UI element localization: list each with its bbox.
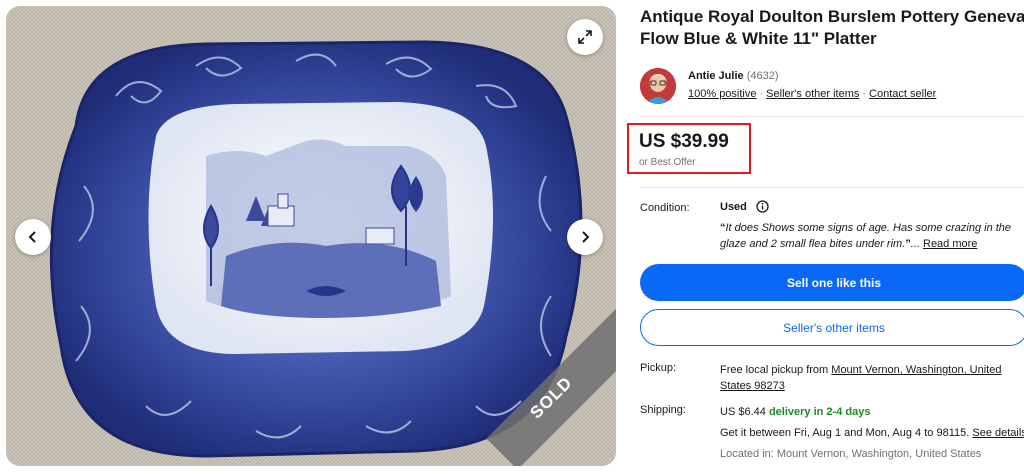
- avatar-image: [640, 68, 676, 104]
- condition-value: Used: [720, 201, 747, 213]
- pickup-label: Pickup:: [640, 362, 677, 374]
- divider: [640, 116, 1024, 117]
- condition-info: Used “It does Shows some signs of age. H…: [720, 200, 1020, 250]
- shipping-cost-line: US $6.44 delivery in 2-4 days: [720, 404, 1020, 420]
- best-offer-text: or Best Offer: [639, 157, 696, 168]
- seller-avatar[interactable]: [640, 68, 676, 104]
- item-location: Located in: Mount Vernon, Washington, Un…: [720, 448, 982, 460]
- positive-feedback-link[interactable]: 100% positive: [688, 88, 757, 100]
- read-more-link[interactable]: Read more: [923, 238, 977, 250]
- previous-image-button[interactable]: [15, 219, 51, 255]
- listing-title: Antique Royal Doulton Burslem Pottery Ge…: [640, 7, 1024, 48]
- delivery-estimate-line: Get it between Fri, Aug 1 and Mon, Aug 4…: [720, 425, 1024, 441]
- sell-one-like-this-button[interactable]: Sell one like this: [640, 264, 1024, 301]
- separator: ·: [862, 88, 867, 100]
- listing-details-panel: Antique Royal Doulton Burslem Pottery Ge…: [627, 0, 1024, 474]
- divider: [640, 187, 1024, 188]
- platter-image: [6, 6, 616, 466]
- see-details-link[interactable]: See details: [972, 427, 1024, 439]
- pickup-info: Free local pickup from Mount Vernon, Was…: [720, 362, 1020, 394]
- seller-card: Antie Julie (4632) 100% positive · Seller'…: [640, 68, 1024, 108]
- delivery-estimate: Get it between Fri, Aug 1 and Mon, Aug 4…: [720, 427, 970, 439]
- seller-feedback-count: (4632): [746, 70, 779, 82]
- ellipsis: ...: [910, 238, 920, 250]
- pickup-text: Free local pickup from: [720, 364, 829, 376]
- separator: ·: [759, 88, 764, 100]
- expand-button[interactable]: [567, 19, 603, 55]
- image-gallery: SOLD: [0, 0, 616, 467]
- condition-label: Condition:: [640, 202, 690, 214]
- shipping-label: Shipping:: [640, 404, 686, 416]
- contact-seller-link[interactable]: Contact seller: [869, 88, 936, 100]
- next-image-button[interactable]: [567, 219, 603, 255]
- seller-name-line: Antie Julie (4632): [688, 70, 778, 82]
- price: US $39.99: [639, 131, 729, 152]
- chevron-right-icon: [582, 231, 590, 243]
- delivery-time: delivery in 2-4 days: [768, 406, 871, 418]
- seller-other-items-button[interactable]: Seller's other items: [640, 309, 1024, 346]
- seller-links: 100% positive · Seller's other items · Conta…: [688, 88, 936, 100]
- product-photo[interactable]: SOLD: [6, 6, 616, 466]
- info-icon[interactable]: [756, 200, 769, 213]
- seller-other-items-link[interactable]: Seller's other items: [766, 88, 859, 100]
- seller-name[interactable]: Antie Julie: [688, 70, 744, 82]
- chevron-left-icon: [28, 231, 36, 243]
- condition-description: “It does Shows some signs of age. Has so…: [720, 220, 1020, 252]
- price-highlight-box: US $39.99 or Best Offer: [627, 123, 751, 174]
- expand-arrows-icon: [578, 30, 592, 44]
- shipping-cost: US $6.44: [720, 406, 766, 418]
